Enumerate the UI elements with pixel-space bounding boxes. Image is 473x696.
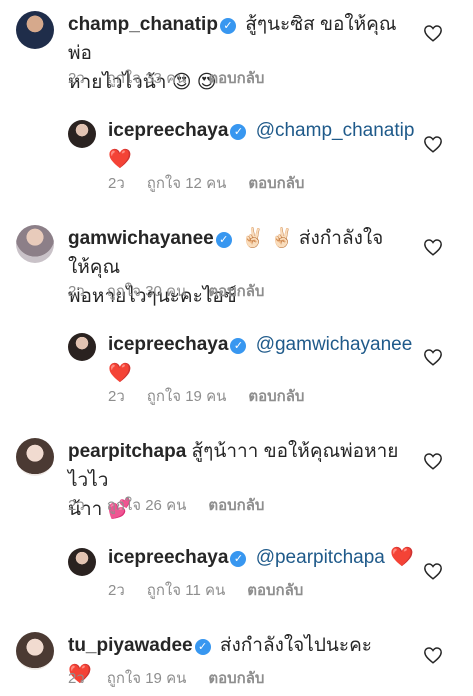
heart-outline-icon[interactable]: [423, 348, 443, 366]
timestamp: 2ว: [108, 582, 125, 599]
avatar[interactable]: [68, 333, 96, 361]
comment-emoji: ❤️: [108, 149, 132, 170]
timestamp: 2ว: [108, 175, 125, 192]
reply-button[interactable]: ตอบกลับ: [208, 70, 264, 87]
heart-outline-icon[interactable]: [423, 562, 443, 580]
username[interactable]: icepreechaya: [108, 120, 228, 141]
mention-link[interactable]: @pearpitchapa: [256, 547, 385, 568]
reply-button[interactable]: ตอบกลับ: [248, 175, 304, 192]
reply-button[interactable]: ตอบกลับ: [208, 670, 264, 687]
avatar[interactable]: [68, 548, 96, 576]
timestamp: 2ว: [68, 70, 85, 87]
username[interactable]: icepreechaya: [108, 547, 228, 568]
comment-emoji: ✌🏻 ✌🏻: [241, 228, 294, 249]
comment-meta: 2ว ถูกใจ 19 คน ตอบกลับ: [108, 384, 326, 408]
like-count[interactable]: ถูกใจ 12 คน: [147, 175, 227, 192]
verified-badge-icon: ✓: [215, 232, 232, 248]
heart-outline-icon[interactable]: [423, 24, 443, 42]
avatar[interactable]: [16, 11, 54, 49]
comment-emoji: ❤️: [390, 547, 414, 568]
comment-meta: 2ว ถูกใจ 33 คน ตอบกลับ: [68, 66, 286, 90]
avatar[interactable]: [68, 120, 96, 148]
verified-badge-icon: ✓: [230, 124, 247, 140]
timestamp: 2ว: [108, 388, 125, 405]
verified-badge-icon: ✓: [230, 551, 247, 567]
heart-outline-icon[interactable]: [423, 135, 443, 153]
comment-meta: 2ว ถูกใจ 26 คน ตอบกลับ: [68, 493, 286, 517]
comment-text: ส่งกำลังใจไปนะคะ: [219, 635, 372, 656]
comment-meta: 2ว ถูกใจ 19 คน ตอบกลับ: [68, 666, 286, 690]
avatar[interactable]: [16, 632, 54, 670]
like-count[interactable]: ถูกใจ 19 คน: [107, 670, 187, 687]
verified-badge-icon: ✓: [194, 639, 211, 655]
username[interactable]: pearpitchapa: [68, 441, 186, 462]
avatar[interactable]: [16, 225, 54, 263]
comment-meta: 2ว ถูกใจ 30 คน ตอบกลับ: [68, 279, 286, 303]
like-count[interactable]: ถูกใจ 33 คน: [107, 70, 187, 87]
username[interactable]: tu_piyawadee: [68, 635, 193, 656]
verified-badge-icon: ✓: [230, 338, 247, 354]
mention-link[interactable]: @gamwichayanee: [256, 334, 413, 355]
timestamp: 2ว: [68, 670, 85, 687]
heart-outline-icon[interactable]: [423, 452, 443, 470]
reply-button[interactable]: ตอบกลับ: [208, 283, 264, 300]
username[interactable]: champ_chanatip: [68, 14, 218, 35]
timestamp: 2ว: [68, 497, 85, 514]
heart-outline-icon[interactable]: [423, 238, 443, 256]
comment-emoji: ❤️: [108, 363, 132, 384]
like-count[interactable]: ถูกใจ 19 คน: [147, 388, 227, 405]
timestamp: 2ว: [68, 283, 85, 300]
reply-button[interactable]: ตอบกลับ: [247, 582, 303, 599]
reply-button[interactable]: ตอบกลับ: [248, 388, 304, 405]
username[interactable]: gamwichayanee: [68, 228, 214, 249]
verified-badge-icon: ✓: [219, 18, 236, 34]
like-count[interactable]: ถูกใจ 11 คน: [147, 582, 225, 599]
like-count[interactable]: ถูกใจ 30 คน: [107, 283, 187, 300]
comment-meta: 2ว ถูกใจ 11 คน ตอบกลับ: [108, 578, 325, 602]
like-count[interactable]: ถูกใจ 26 คน: [107, 497, 187, 514]
comment-meta: 2ว ถูกใจ 12 คน ตอบกลับ: [108, 171, 326, 195]
username[interactable]: icepreechaya: [108, 334, 228, 355]
avatar[interactable]: [16, 438, 54, 476]
heart-outline-icon[interactable]: [423, 646, 443, 664]
reply-button[interactable]: ตอบกลับ: [208, 497, 264, 514]
mention-link[interactable]: @champ_chanatip: [256, 120, 415, 141]
